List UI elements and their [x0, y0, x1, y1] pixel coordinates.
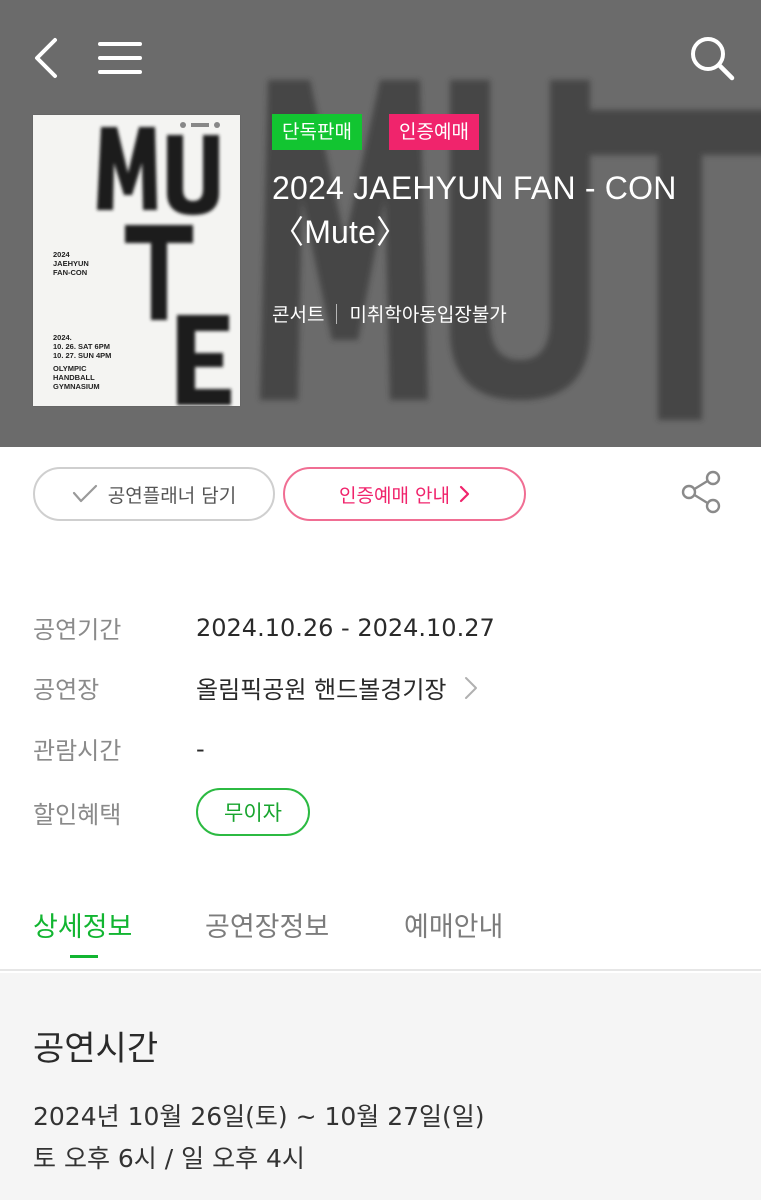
- detail-content: 공연시간 2024년 10월 26일(토) ~ 10월 27일(일) 토 오후 …: [0, 973, 761, 1200]
- venue-value[interactable]: 올림픽공원 핸드볼경기장: [196, 670, 447, 705]
- showtime-dates: 2024년 10월 26일(토) ~ 10월 27일(일): [33, 1102, 485, 1131]
- verified-booking-guide-button[interactable]: 인증예매 안내: [283, 467, 526, 521]
- discount-label: 할인혜택: [33, 800, 122, 829]
- add-to-planner-button[interactable]: 공연플래너 담기: [33, 467, 275, 521]
- venue-label: 공연장: [33, 676, 100, 704]
- planner-button-label: 공연플래너 담기: [107, 484, 237, 507]
- search-button[interactable]: [684, 30, 740, 86]
- tab-detail-info[interactable]: 상세정보: [33, 905, 132, 944]
- show-title: 2024 JAEHYUN FAN - CON 〈Mute〉: [272, 170, 677, 250]
- chevron-right-icon: [459, 485, 470, 503]
- poster-dates-text: 2024. 10. 26. SAT 6PM 10. 27. SUN 4PM: [53, 333, 112, 360]
- age-rating-label: 미취학아동입장불가: [349, 304, 507, 326]
- section-title-showtime: 공연시간: [33, 1029, 159, 1069]
- genre-label: 콘서트: [272, 304, 325, 326]
- period-label: 공연기간: [33, 616, 122, 644]
- verify-button-label: 인증예매 안내: [339, 484, 450, 507]
- info-row-venue: 공연장 올림픽공원 핸드볼경기장: [33, 670, 479, 705]
- info-row-duration: 관람시간 -: [33, 731, 205, 766]
- discount-badge-button[interactable]: 무이자: [196, 788, 310, 836]
- showtime-hours: 토 오후 6시 / 일 오후 4시: [33, 1144, 305, 1173]
- poster-venue-text: OLYMPIC HANDBALL GYMNASIUM: [53, 364, 100, 391]
- share-button[interactable]: [676, 466, 728, 518]
- hero-banner: 2024 JAEHYUN FAN-CON 2024. 10. 26. SAT 6…: [0, 0, 761, 447]
- venue-link[interactable]: 올림픽공원 핸드볼경기장: [196, 670, 479, 705]
- info-row-discount: 할인혜택 무이자: [33, 788, 310, 836]
- chevron-left-icon: [35, 38, 57, 78]
- menu-button[interactable]: [92, 30, 148, 86]
- hamburger-menu-icon: [98, 42, 142, 74]
- chevron-right-icon: [464, 676, 477, 699]
- show-meta: 콘서트 미취학아동입장불가: [272, 300, 507, 327]
- tab-venue-info[interactable]: 공연장정보: [205, 905, 329, 944]
- detail-tabs: 상세정보 공연장정보 예매안내: [0, 895, 761, 971]
- search-icon: [691, 37, 735, 81]
- duration-value: -: [196, 734, 205, 763]
- meta-divider: [336, 303, 338, 324]
- poster-title-text: 2024 JAEHYUN FAN-CON: [53, 250, 89, 277]
- active-tab-indicator: [70, 955, 98, 958]
- poster-image[interactable]: 2024 JAEHYUN FAN-CON 2024. 10. 26. SAT 6…: [33, 115, 240, 406]
- duration-label: 관람시간: [33, 737, 122, 765]
- back-button[interactable]: [22, 30, 68, 86]
- info-row-period: 공연기간 2024.10.26 - 2024.10.27: [33, 610, 495, 645]
- period-value: 2024.10.26 - 2024.10.27: [196, 613, 495, 642]
- tab-booking-guide[interactable]: 예매안내: [404, 905, 503, 944]
- exclusive-sale-badge: 단독판매: [272, 114, 362, 150]
- verified-booking-badge: 인증예매: [389, 114, 479, 150]
- share-icon: [681, 470, 721, 514]
- checkmark-icon: [72, 484, 97, 503]
